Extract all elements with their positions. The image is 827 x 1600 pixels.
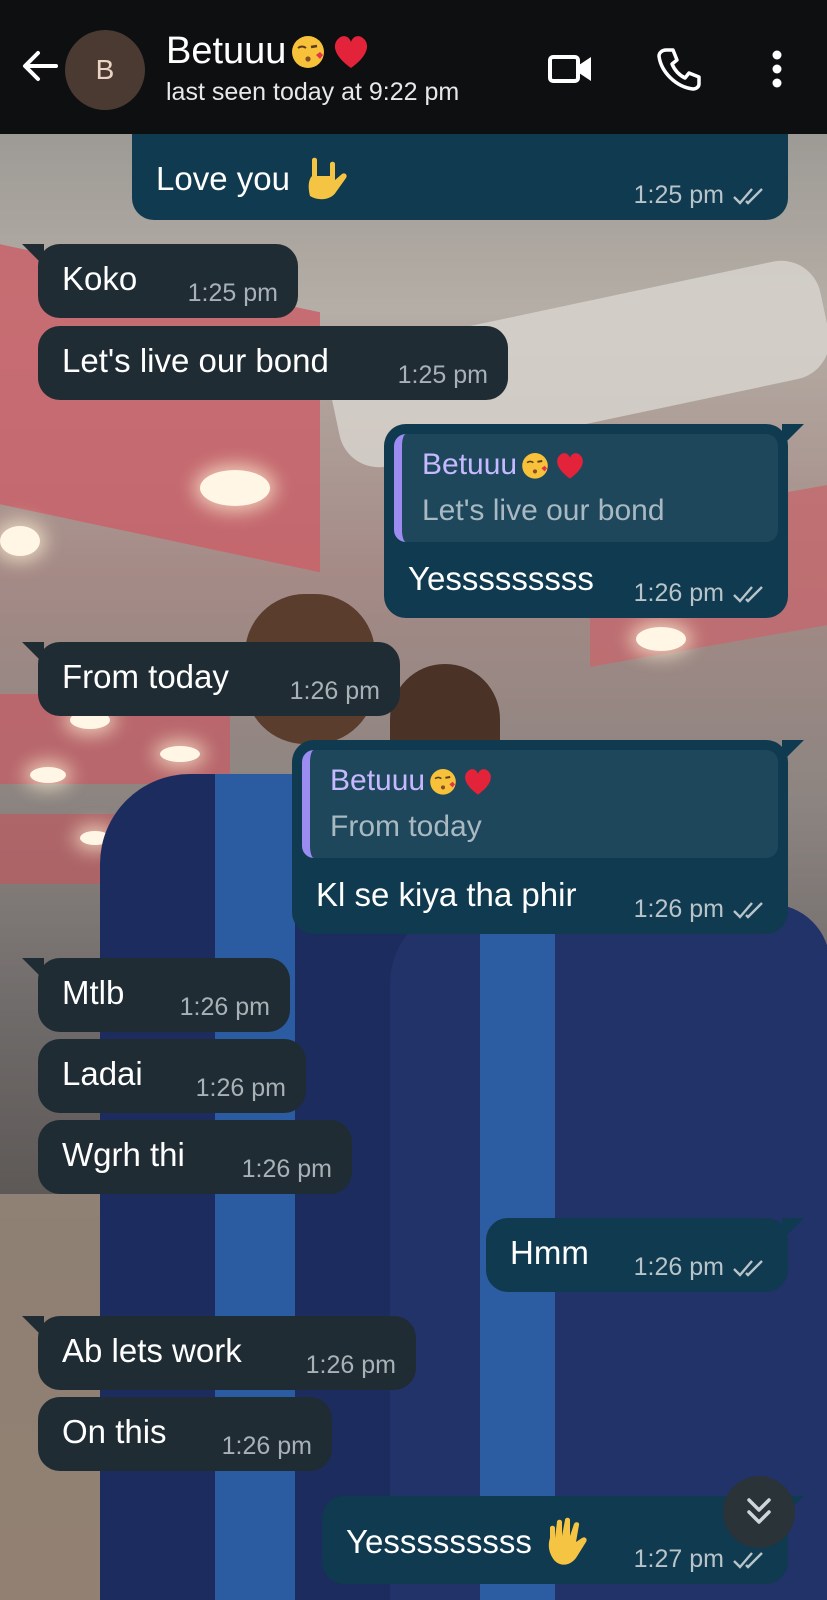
message-text: Let's live our bond	[62, 342, 329, 379]
message-text: Hmm	[510, 1234, 589, 1271]
message-outgoing[interactable]: Love you 1:25 pm	[132, 134, 788, 220]
message-incoming[interactable]: Ab lets work 1:26 pm	[22, 1316, 416, 1390]
message-incoming[interactable]: Let's live our bond 1:25 pm	[38, 326, 508, 400]
message-text: On this	[62, 1413, 167, 1450]
double-check-icon	[733, 585, 763, 603]
message-time: 1:25 pm	[187, 279, 278, 307]
chat-header: B Betuuu last seen today at 9:22 pm	[0, 0, 827, 134]
message-incoming[interactable]: Ladai 1:26 pm	[38, 1039, 306, 1113]
message-text: Mtlb	[62, 974, 125, 1011]
quoted-text: From today	[330, 810, 482, 843]
kissing-face-emoji	[292, 36, 325, 68]
message-text: Love you	[156, 160, 290, 197]
double-chevron-down-icon	[747, 1498, 771, 1524]
message-incoming[interactable]: Koko 1:25 pm	[22, 244, 298, 318]
message-time: 1:26 pm	[179, 993, 270, 1021]
message-time: 1:26 pm	[221, 1432, 312, 1460]
message-incoming[interactable]: From today 1:26 pm	[22, 642, 400, 716]
message-outgoing-reply[interactable]: Betuuu Let's live our bond Yesssssssss 1…	[384, 424, 804, 618]
message-time: 1:26 pm	[633, 1253, 724, 1281]
message-time: 1:27 pm	[633, 1545, 724, 1573]
quoted-text: Let's live our bond	[422, 494, 665, 527]
quoted-message[interactable]: Betuuu From today	[302, 750, 778, 858]
back-arrow-icon[interactable]	[18, 44, 62, 88]
message-time: 1:26 pm	[633, 895, 724, 923]
message-time: 1:25 pm	[397, 361, 488, 389]
red-heart-emoji	[335, 36, 368, 68]
quoted-sender-name: Betuuu	[330, 764, 426, 797]
double-check-icon	[733, 187, 763, 205]
more-options-icon[interactable]	[752, 44, 802, 94]
message-text: From today	[62, 658, 229, 695]
message-incoming[interactable]: Mtlb 1:26 pm	[22, 958, 290, 1032]
double-check-icon	[733, 1551, 763, 1569]
red-heart-emoji	[557, 453, 583, 479]
message-time: 1:26 pm	[633, 579, 724, 607]
message-text: Wgrh thi	[62, 1136, 185, 1173]
message-text: Koko	[62, 260, 138, 297]
message-time: 1:26 pm	[195, 1074, 286, 1102]
last-seen-status: last seen today at 9:22 pm	[166, 78, 460, 106]
message-text: Yesssssssss	[408, 560, 594, 597]
kissing-face-emoji	[430, 769, 456, 795]
scroll-to-bottom-button[interactable]	[723, 1476, 795, 1548]
message-text: Yesssssssss	[346, 1523, 532, 1560]
red-heart-emoji	[465, 769, 491, 795]
message-outgoing[interactable]: Yesssssssss 1:27 pm	[322, 1496, 804, 1584]
raised-hand-emoji	[548, 1517, 587, 1565]
quoted-message[interactable]: Betuuu Let's live our bond	[394, 434, 778, 542]
contact-title[interactable]: Betuuu last seen today at 9:22 pm	[166, 30, 459, 107]
kissing-face-emoji	[522, 453, 548, 479]
message-incoming[interactable]: On this 1:26 pm	[38, 1397, 332, 1471]
double-check-icon	[733, 1259, 763, 1277]
avatar[interactable]: B	[65, 30, 145, 110]
message-text: Ladai	[62, 1055, 143, 1092]
message-time: 1:26 pm	[241, 1155, 332, 1183]
quoted-sender-name: Betuuu	[422, 448, 518, 481]
voice-call-icon[interactable]	[654, 44, 704, 94]
contact-name: Betuuu	[166, 30, 459, 72]
love-you-gesture-emoji	[308, 157, 347, 200]
double-check-icon	[733, 901, 763, 919]
message-outgoing[interactable]: Hmm 1:26 pm	[486, 1218, 804, 1292]
message-text: Ab lets work	[62, 1332, 242, 1369]
contact-name-text: Betuuu	[166, 30, 287, 72]
message-outgoing-reply[interactable]: Betuuu From today Kl se kiya tha phir 1:…	[292, 740, 804, 934]
video-call-icon[interactable]	[546, 44, 596, 94]
message-time: 1:25 pm	[633, 181, 724, 209]
message-incoming[interactable]: Wgrh thi 1:26 pm	[38, 1120, 352, 1194]
message-time: 1:26 pm	[305, 1351, 396, 1379]
message-time: 1:26 pm	[289, 677, 380, 705]
message-text: Kl se kiya tha phir	[316, 876, 577, 913]
